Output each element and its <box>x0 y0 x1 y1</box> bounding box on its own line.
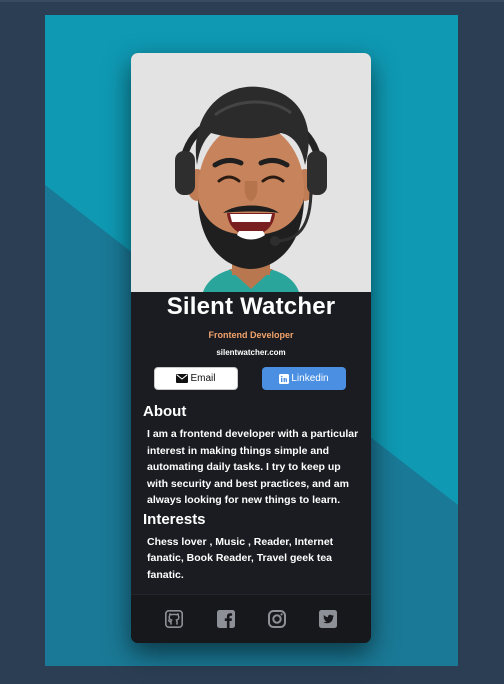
twitter-icon[interactable] <box>319 610 337 628</box>
contact-buttons: Email Linkedin <box>131 367 371 391</box>
profile-website[interactable]: silentwatcher.com <box>131 348 371 358</box>
envelope-icon <box>176 374 189 383</box>
linkedin-icon <box>279 373 290 384</box>
linkedin-button[interactable]: Linkedin <box>262 367 346 390</box>
about-text: I am a frontend developer with a particu… <box>147 428 359 506</box>
profile-card: Silent Watcher Frontend Developer silent… <box>131 53 371 643</box>
avatar <box>131 53 371 292</box>
linkedin-button-label: Linkedin <box>291 373 329 384</box>
window-top-border <box>0 0 504 2</box>
profile-name: Silent Watcher <box>166 293 336 320</box>
facebook-icon[interactable] <box>217 610 235 628</box>
profile-role: Frontend Developer <box>208 330 294 340</box>
instagram-icon[interactable] <box>268 610 286 628</box>
avatar-illustration <box>175 86 327 292</box>
interests-text: Chess lover , Music , Reader, Internet f… <box>147 535 334 581</box>
email-button[interactable]: Email <box>154 367 238 390</box>
about-heading: About <box>143 403 187 420</box>
social-footer <box>131 594 371 643</box>
email-button-label: Email <box>190 373 216 384</box>
interests-heading: Interests <box>143 510 206 528</box>
github-icon[interactable] <box>165 610 183 628</box>
